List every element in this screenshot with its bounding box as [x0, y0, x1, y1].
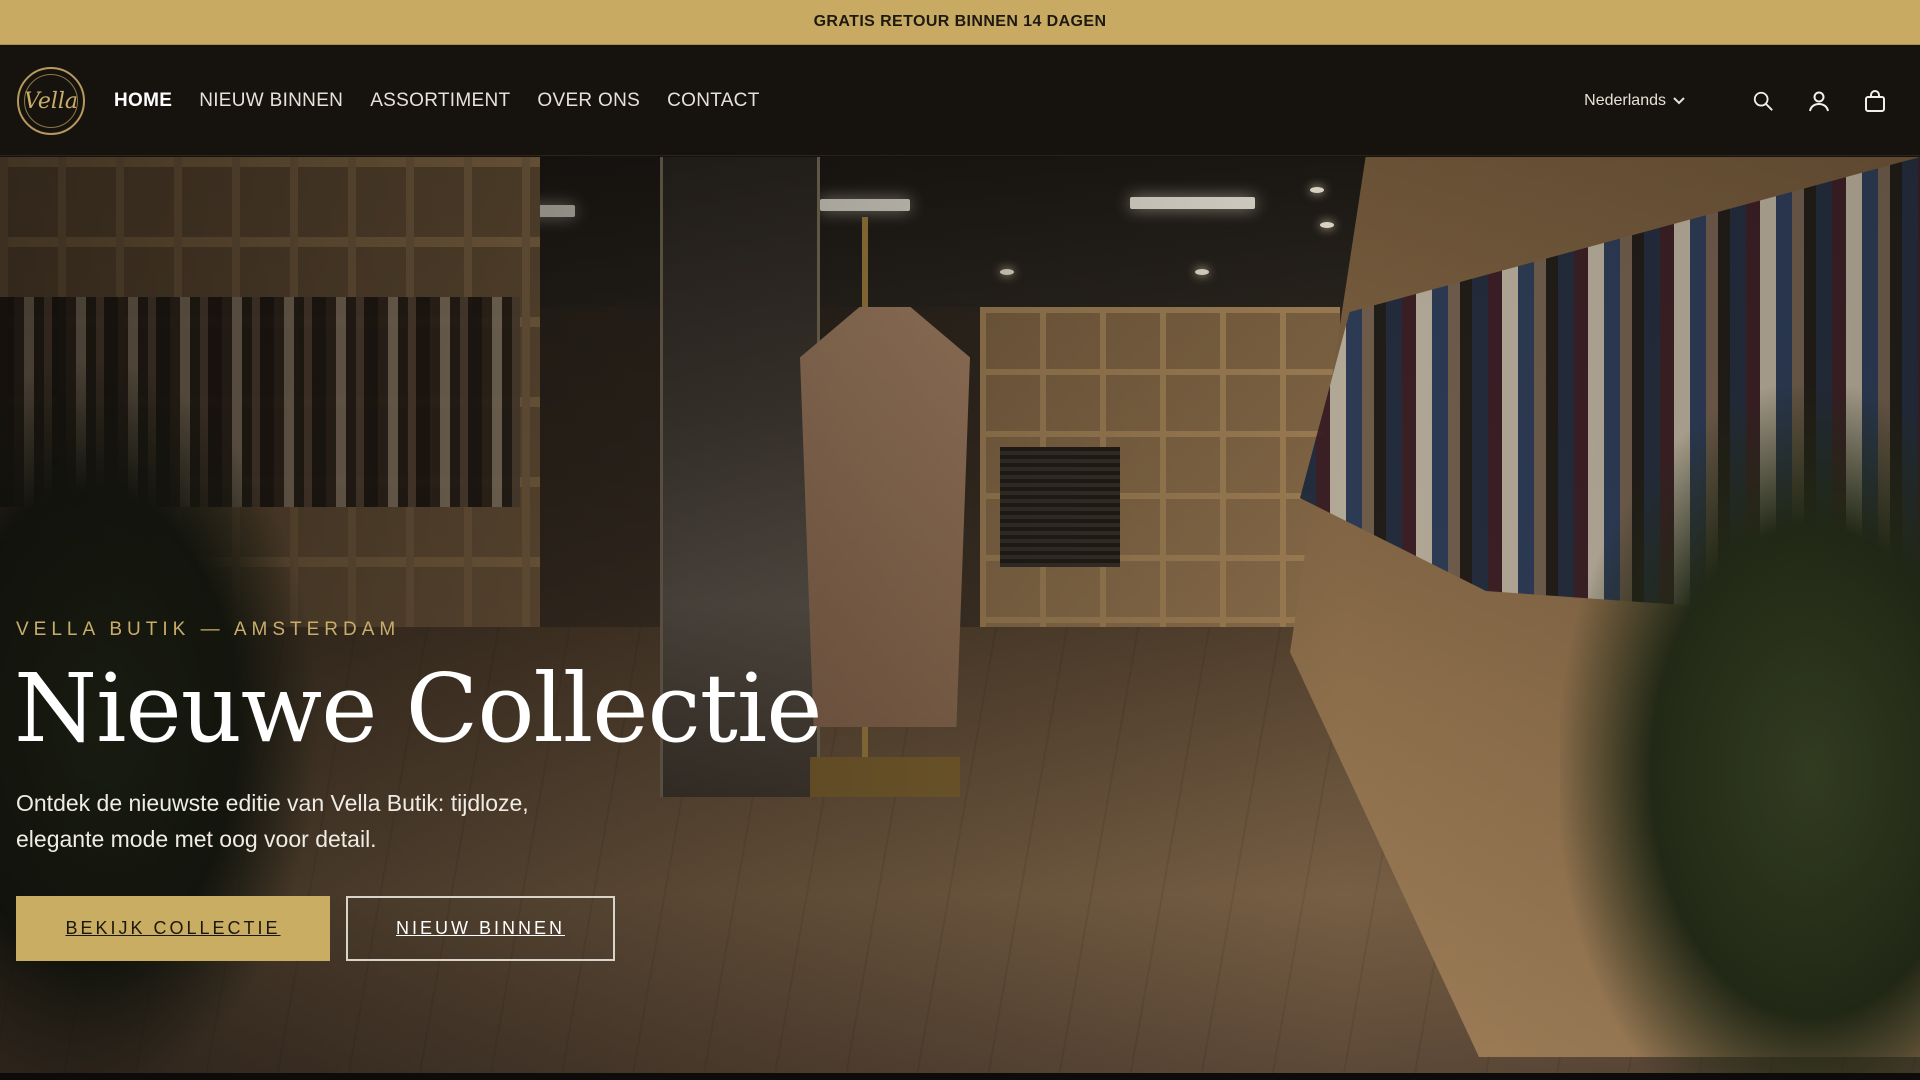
hero-title: Nieuwe Collectie: [14, 654, 823, 764]
bottom-strip: [0, 1073, 1920, 1080]
search-button[interactable]: [1750, 88, 1776, 114]
cart-icon: [1865, 89, 1885, 112]
account-button[interactable]: [1806, 88, 1832, 114]
announcement-text: GRATIS RETOUR BINNEN 14 DAGEN: [813, 13, 1107, 30]
logo-text: Vella: [23, 88, 79, 114]
nav-contact[interactable]: CONTACT: [667, 90, 760, 112]
chevron-down-icon: [1673, 96, 1685, 104]
cart-button[interactable]: [1862, 88, 1888, 114]
language-label: Nederlands: [1584, 91, 1666, 109]
site-header: Vella HOME NIEUW BINNEN ASSORTIMENT OVER…: [0, 45, 1920, 156]
brand-logo[interactable]: Vella: [17, 67, 85, 135]
hero-section: VELLA BUTIK — AMSTERDAM Nieuwe Collectie…: [0, 157, 1920, 1073]
announcement-bar: GRATIS RETOUR BINNEN 14 DAGEN: [0, 0, 1920, 45]
new-arrivals-button[interactable]: NIEUW BINNEN: [346, 896, 615, 961]
account-icon: [1809, 91, 1829, 111]
nav-over-ons[interactable]: OVER ONS: [537, 90, 640, 112]
hero-eyebrow: VELLA BUTIK — AMSTERDAM: [16, 619, 401, 640]
main-nav: HOME NIEUW BINNEN ASSORTIMENT OVER ONS C…: [114, 45, 787, 156]
search-icon: [1753, 91, 1773, 111]
nav-home[interactable]: HOME: [114, 90, 172, 112]
nav-assortiment[interactable]: ASSORTIMENT: [370, 90, 510, 112]
nav-nieuw-binnen[interactable]: NIEUW BINNEN: [199, 90, 343, 112]
hero-subtitle: Ontdek de nieuwste editie van Vella Buti…: [16, 790, 529, 852]
language-selector[interactable]: Nederlands: [1584, 92, 1686, 110]
view-collection-button[interactable]: BEKIJK COLLECTIE: [16, 896, 330, 961]
header-actions: Nederlands: [1584, 45, 1888, 156]
